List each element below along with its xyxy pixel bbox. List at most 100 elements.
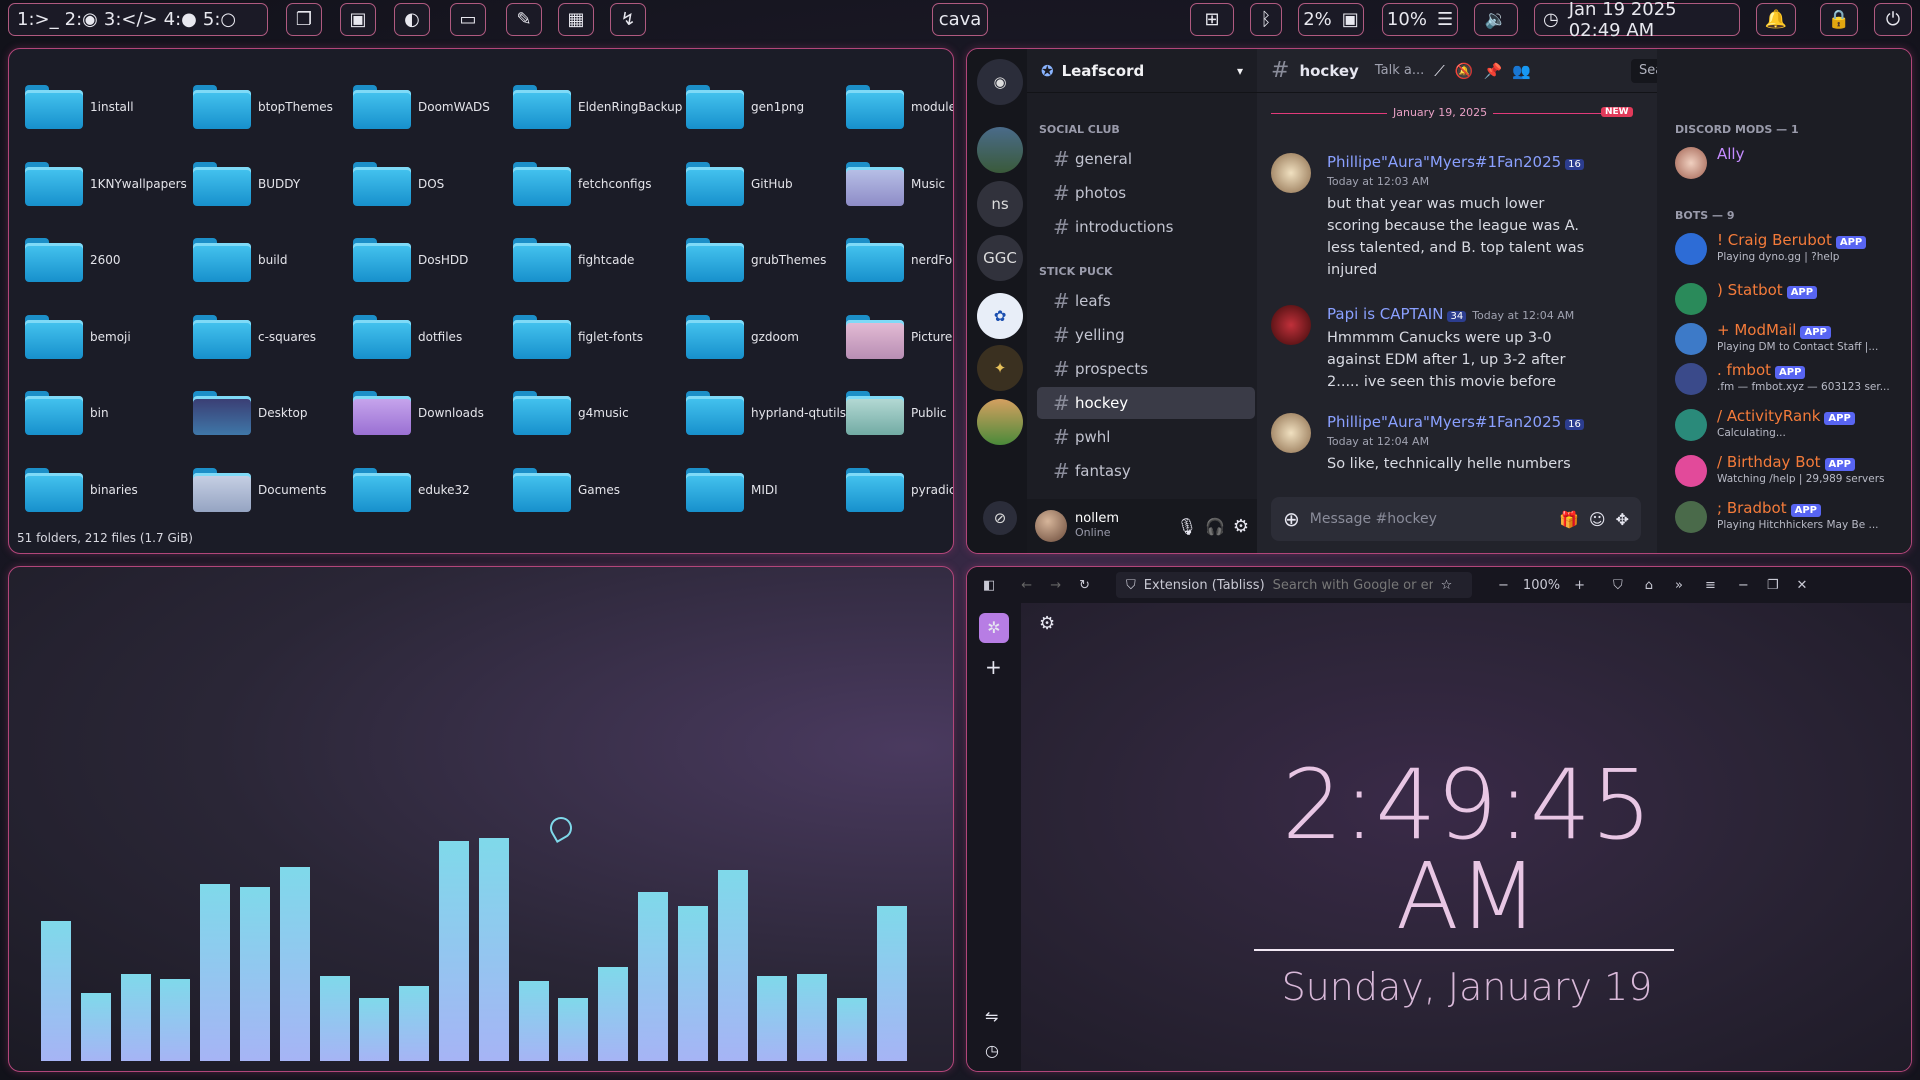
channel-introductions[interactable]: # introductions — [1037, 211, 1255, 243]
mem-indicator[interactable]: 10% ☰ — [1382, 3, 1458, 36]
headphones-icon[interactable]: 🎧 — [1205, 517, 1225, 536]
folder-item[interactable]: EldenRingBackup — [513, 69, 686, 146]
sync-icon[interactable]: ⇋ — [985, 1007, 998, 1026]
member-bot[interactable]: . fmbot APP .fm — fmbot.xyz — 603123 ser..… — [1675, 357, 1905, 397]
gift-icon[interactable]: 🎁 — [1559, 510, 1579, 529]
overflow-icon[interactable]: » — [1675, 578, 1683, 593]
workspace-1[interactable]: 1:>_ — [17, 9, 59, 30]
folder-item[interactable]: 1KNYwallpapers — [25, 146, 193, 223]
mute-icon[interactable]: 🔕 — [1455, 62, 1474, 80]
extensions-icon[interactable]: ⌂ — [1645, 578, 1653, 593]
bluetooth-button[interactable]: ᛒ — [1250, 3, 1282, 36]
category-social[interactable]: SOCIAL CLUB — [1039, 123, 1120, 136]
channel-leafs[interactable]: # leafs — [1037, 285, 1255, 317]
forward-icon[interactable]: → — [1050, 578, 1061, 593]
channel-yelling[interactable]: # yelling — [1037, 319, 1255, 351]
server-icon[interactable]: ✦ — [977, 345, 1023, 391]
folder-item[interactable]: DoomWADS — [353, 69, 513, 146]
apps-icon[interactable]: ✥ — [1616, 510, 1629, 529]
folder-item[interactable]: DosHDD — [353, 222, 513, 299]
folder-item[interactable]: Picture — [846, 299, 953, 376]
folder-item[interactable]: Public — [846, 375, 953, 452]
avatar[interactable] — [1271, 413, 1311, 453]
folder-item[interactable]: gzdoom — [686, 299, 846, 376]
network-button[interactable]: ⊞ — [1190, 3, 1234, 36]
emoji-icon[interactable]: ☺ — [1589, 510, 1606, 529]
tab-icon[interactable]: ✲ — [979, 613, 1009, 643]
message-author[interactable]: Phillipe"Aura"Myers#1Fan2025 — [1327, 153, 1561, 171]
server-ggc[interactable]: GGC — [977, 235, 1023, 281]
theme-button[interactable]: ◐ — [394, 3, 430, 36]
folder-item[interactable]: btopThemes — [193, 69, 353, 146]
folder-item[interactable]: Games — [513, 452, 686, 529]
folder-item[interactable]: Documents — [193, 452, 353, 529]
member-bot[interactable]: + ModMail APP Playing DM to Contact Staff … — [1675, 317, 1905, 357]
folder-item[interactable]: binaries — [25, 452, 193, 529]
server-ns[interactable]: ns — [977, 181, 1023, 227]
gear-icon[interactable]: ⚙ — [1233, 516, 1249, 537]
zoom-level[interactable]: 100% — [1523, 578, 1560, 593]
url-bar[interactable]: ⛉ Extension (Tabliss) Search with Google… — [1116, 572, 1473, 598]
workspace-4[interactable]: 4:● — [164, 9, 197, 30]
folder-item[interactable]: eduke32 — [353, 452, 513, 529]
member-bot[interactable]: ; Bradbot APP Playing Hitchhickers May Be … — [1675, 495, 1905, 535]
close-icon[interactable]: ✕ — [1796, 578, 1807, 593]
folder-item[interactable]: hyprland-qtutils — [686, 375, 846, 452]
folder-item[interactable]: bin — [25, 375, 193, 452]
server-icon[interactable] — [977, 127, 1023, 173]
minimize-icon[interactable]: − — [1738, 578, 1749, 593]
power-button[interactable]: ⏻ — [1874, 3, 1912, 36]
avatar[interactable] — [1271, 153, 1311, 193]
member-bot[interactable]: ! Craig Berubot APP Playing dyno.gg | ?hel… — [1675, 227, 1905, 267]
history-icon[interactable]: ◷ — [985, 1041, 999, 1060]
image-button[interactable]: ▣ — [340, 3, 376, 36]
channel-general[interactable]: # general — [1037, 143, 1255, 175]
gear-icon[interactable]: ⚙ — [1039, 613, 1055, 634]
server-header[interactable]: ✪ Leafscord ▾ — [1027, 49, 1257, 93]
category-stick[interactable]: STICK PUCK — [1039, 265, 1113, 278]
picker-button[interactable]: ✎ — [506, 3, 542, 36]
folder-item[interactable]: module — [846, 69, 953, 146]
folder-item[interactable]: GitHub — [686, 146, 846, 223]
add-icon[interactable]: ⊕ — [1283, 507, 1300, 531]
avatar[interactable] — [1271, 305, 1311, 345]
active-app-label[interactable]: cava — [932, 3, 988, 36]
keyboard-button[interactable]: ↯ — [610, 3, 646, 36]
channel-hockey[interactable]: # hockey — [1037, 387, 1255, 419]
menu-icon[interactable]: ≡ — [1705, 578, 1716, 593]
sidebar-toggle-icon[interactable]: ◧ — [983, 578, 995, 593]
compass-icon[interactable]: ⊘ — [983, 501, 1017, 535]
folder-item[interactable]: nerdFo — [846, 222, 953, 299]
members-icon[interactable]: 👥 — [1512, 62, 1531, 80]
folder-item[interactable]: fightcade — [513, 222, 686, 299]
server-icon[interactable] — [977, 399, 1023, 445]
zoom-in-icon[interactable]: + — [1574, 578, 1585, 593]
member-bot[interactable]: / ActivityRank APP Calculating... — [1675, 403, 1905, 443]
channel-photos[interactable]: # photos — [1037, 177, 1255, 209]
message-input[interactable]: ⊕ Message #hockey 🎁 ☺ ✥ — [1271, 497, 1641, 541]
server-leafs-icon[interactable]: ✿ — [977, 293, 1023, 339]
new-tab-icon[interactable]: + — [985, 655, 1002, 679]
threads-icon[interactable]: ⟋ — [1434, 62, 1445, 80]
notification-button[interactable]: 🔔 — [1756, 3, 1796, 36]
reload-icon[interactable]: ↻ — [1079, 578, 1090, 593]
workspace-5[interactable]: 5:○ — [203, 9, 236, 30]
folder-item[interactable]: dotfiles — [353, 299, 513, 376]
files-button[interactable]: ▭ — [450, 3, 486, 36]
pocket-icon[interactable]: ⛉ — [1613, 578, 1623, 593]
workspace-2[interactable]: 2:◉ — [65, 9, 98, 30]
zoom-out-icon[interactable]: − — [1498, 578, 1509, 593]
maximize-icon[interactable]: ❐ — [1767, 578, 1779, 593]
folder-item[interactable]: fetchconfigs — [513, 146, 686, 223]
cpu-indicator[interactable]: 2% ▣ — [1298, 3, 1364, 36]
folder-item[interactable]: gen1png — [686, 69, 846, 146]
member-bot[interactable]: ) Statbot APP — [1675, 277, 1905, 317]
microphone-icon[interactable]: 🎙 — [1177, 517, 1197, 536]
folder-item[interactable]: MIDI — [686, 452, 846, 529]
pin-icon[interactable]: 📌 — [1483, 62, 1502, 80]
folder-item[interactable]: DOS — [353, 146, 513, 223]
folder-item[interactable]: 1install — [25, 69, 193, 146]
folder-item[interactable]: pyradic — [846, 452, 953, 529]
member-ally[interactable]: Ally — [1675, 141, 1905, 181]
folder-item[interactable]: c-squares — [193, 299, 353, 376]
